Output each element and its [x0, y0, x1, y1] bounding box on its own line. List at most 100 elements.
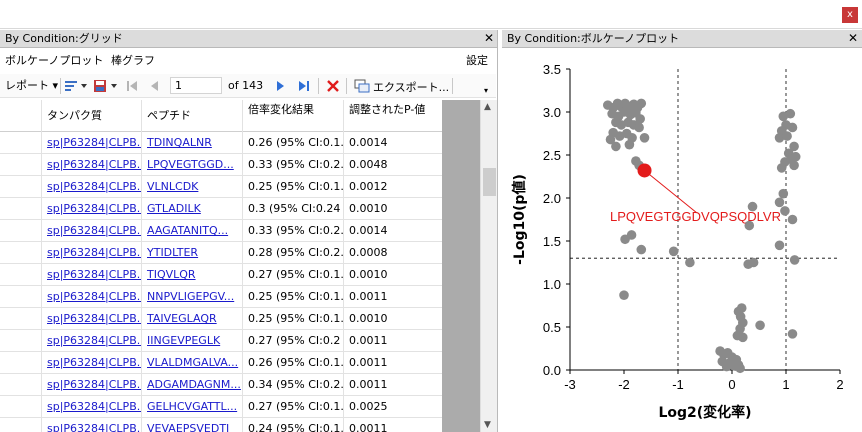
- data-point[interactable]: [755, 320, 765, 331]
- settings-button[interactable]: 設定: [466, 52, 488, 68]
- protein-link[interactable]: sp|P63284|CLPB...: [41, 220, 141, 242]
- data-point[interactable]: [738, 332, 748, 343]
- data-point[interactable]: [790, 151, 801, 162]
- row-selector[interactable]: [0, 264, 41, 286]
- data-point[interactable]: [685, 257, 695, 268]
- data-point[interactable]: [639, 133, 650, 143]
- tab-bar-chart[interactable]: 棒グラフ: [111, 52, 155, 68]
- highlighted-point[interactable]: [637, 163, 652, 178]
- table-row[interactable]: sp|P63284|CLPB... IINGEVPEGLK 0.27 (95% CI…: [0, 330, 442, 352]
- export-button[interactable]: エクスポート...: [353, 78, 449, 94]
- data-point[interactable]: [774, 240, 785, 251]
- peptide-link[interactable]: ADGAMDAGNM...: [141, 374, 242, 396]
- peptide-link[interactable]: YTIDLTER: [141, 242, 242, 264]
- table-row[interactable]: sp|P63284|CLPB... VLALDMGALVA... 0.26 (95%…: [0, 352, 442, 374]
- protein-link[interactable]: sp|P63284|CLPB...: [41, 352, 141, 374]
- toolbar-overflow-icon[interactable]: ▾: [484, 83, 488, 99]
- table-row[interactable]: sp|P63284|CLPB... TIQVLQR 0.27 (95% CI:0.1…: [0, 264, 442, 286]
- row-selector[interactable]: [0, 220, 41, 242]
- peptide-link[interactable]: LPQVEGTGGD...: [141, 154, 242, 176]
- row-selector[interactable]: [0, 352, 41, 374]
- table-row[interactable]: sp|P63284|CLPB... YTIDLTER 0.28 (95% CI:0.…: [0, 242, 442, 264]
- data-point[interactable]: [620, 234, 630, 245]
- row-selector[interactable]: [0, 374, 41, 396]
- row-selector[interactable]: [0, 198, 41, 220]
- vertical-scrollbar[interactable]: ▲ ▼: [480, 100, 497, 432]
- peptide-link[interactable]: TIQVLQR: [141, 264, 242, 286]
- data-point[interactable]: [774, 197, 785, 208]
- data-point[interactable]: [782, 131, 792, 141]
- data-point[interactable]: [778, 188, 789, 199]
- data-point[interactable]: [668, 246, 679, 257]
- peptide-link[interactable]: AAGATANITQ...: [141, 220, 242, 242]
- next-page-icon[interactable]: [274, 78, 286, 94]
- report-dropdown[interactable]: レポート ▾: [5, 78, 58, 94]
- protein-link[interactable]: sp|P63284|CLPB...: [41, 418, 141, 432]
- page-number-input[interactable]: 1: [170, 77, 222, 94]
- row-selector[interactable]: [0, 418, 41, 432]
- scroll-down-icon[interactable]: ▼: [484, 420, 491, 430]
- data-point[interactable]: [743, 259, 753, 270]
- data-point[interactable]: [787, 329, 798, 339]
- sort-dropdown[interactable]: [64, 78, 90, 94]
- peptide-link[interactable]: IINGEVPEGLK: [141, 330, 242, 352]
- data-point[interactable]: [776, 163, 787, 173]
- table-row[interactable]: sp|P63284|CLPB... GTLADILK 0.3 (95% CI:0.2…: [0, 198, 442, 220]
- first-page-icon[interactable]: [125, 78, 139, 94]
- table-row[interactable]: sp|P63284|CLPB... VEVAEPSVEDTI 0.24 (95% C…: [0, 418, 442, 432]
- close-icon[interactable]: ✕: [484, 30, 494, 47]
- table-row[interactable]: sp|P63284|CLPB... VLNLCDK 0.25 (95% CI:0.1…: [0, 176, 442, 198]
- header-adjusted-p[interactable]: 調整されたP-値: [343, 100, 442, 132]
- row-selector[interactable]: [0, 154, 41, 176]
- scroll-up-icon[interactable]: ▲: [484, 102, 491, 112]
- last-page-icon[interactable]: [297, 78, 311, 94]
- row-selector[interactable]: [0, 176, 41, 198]
- row-selector[interactable]: [0, 132, 41, 154]
- row-selector[interactable]: [0, 286, 41, 308]
- protein-link[interactable]: sp|P63284|CLPB...: [41, 286, 141, 308]
- table-row[interactable]: sp|P63284|CLPB... TDINQALNR 0.26 (95% CI:0…: [0, 132, 442, 154]
- peptide-link[interactable]: TDINQALNR: [141, 132, 242, 154]
- row-selector[interactable]: [0, 330, 41, 352]
- data-point[interactable]: [789, 255, 800, 265]
- data-point[interactable]: [787, 122, 798, 133]
- peptide-link[interactable]: GELHCVGATTL...: [141, 396, 242, 418]
- protein-link[interactable]: sp|P63284|CLPB...: [41, 308, 141, 330]
- volcano-plot[interactable]: -3 -2 -1 0 1 2 0.0 0.5 1.0 1.5 2.0 2.5 3.0 3.5 Log2(変化…: [502, 49, 862, 432]
- table-row[interactable]: sp|P63284|CLPB... NNPVLIGEPGV... 0.25 (95%…: [0, 286, 442, 308]
- protein-link[interactable]: sp|P63284|CLPB...: [41, 198, 141, 220]
- scroll-thumb[interactable]: [483, 168, 496, 196]
- data-point[interactable]: [787, 214, 798, 225]
- data-point[interactable]: [721, 361, 732, 372]
- peptide-link[interactable]: VLALDMGALVA...: [141, 352, 242, 374]
- tab-volcano-plot[interactable]: ボルケーノプロット: [5, 52, 103, 68]
- data-point[interactable]: [624, 139, 635, 150]
- protein-link[interactable]: sp|P63284|CLPB...: [41, 132, 141, 154]
- peptide-link[interactable]: NNPVLIGEPGV...: [141, 286, 242, 308]
- table-row[interactable]: sp|P63284|CLPB... GELHCVGATTL... 0.27 (95%…: [0, 396, 442, 418]
- protein-link[interactable]: sp|P63284|CLPB...: [41, 396, 141, 418]
- protein-link[interactable]: sp|P63284|CLPB...: [41, 374, 141, 396]
- table-row[interactable]: sp|P63284|CLPB... TAIVEGLAQR 0.25 (95% CI:…: [0, 308, 442, 330]
- data-point[interactable]: [619, 290, 629, 300]
- window-close-button[interactable]: x: [842, 7, 858, 23]
- protein-link[interactable]: sp|P63284|CLPB...: [41, 242, 141, 264]
- close-icon[interactable]: ✕: [848, 30, 858, 47]
- data-point[interactable]: [636, 98, 647, 109]
- protein-link[interactable]: sp|P63284|CLPB...: [41, 330, 141, 352]
- row-selector[interactable]: [0, 308, 41, 330]
- data-point[interactable]: [785, 108, 796, 119]
- peptide-link[interactable]: GTLADILK: [141, 198, 242, 220]
- table-row[interactable]: sp|P63284|CLPB... LPQVEGTGGD... 0.33 (95% …: [0, 154, 442, 176]
- protein-link[interactable]: sp|P63284|CLPB...: [41, 154, 141, 176]
- data-point[interactable]: [611, 141, 621, 152]
- row-selector[interactable]: [0, 396, 41, 418]
- row-selector[interactable]: [0, 242, 41, 264]
- data-point[interactable]: [735, 363, 745, 374]
- data-point[interactable]: [789, 160, 799, 171]
- table-row[interactable]: sp|P63284|CLPB... AAGATANITQ... 0.33 (95% …: [0, 220, 442, 242]
- header-fold-change[interactable]: 倍率変化結果: [242, 100, 343, 132]
- peptide-link[interactable]: VEVAEPSVEDTI: [141, 418, 242, 432]
- data-point[interactable]: [634, 122, 644, 133]
- data-point[interactable]: [780, 206, 790, 216]
